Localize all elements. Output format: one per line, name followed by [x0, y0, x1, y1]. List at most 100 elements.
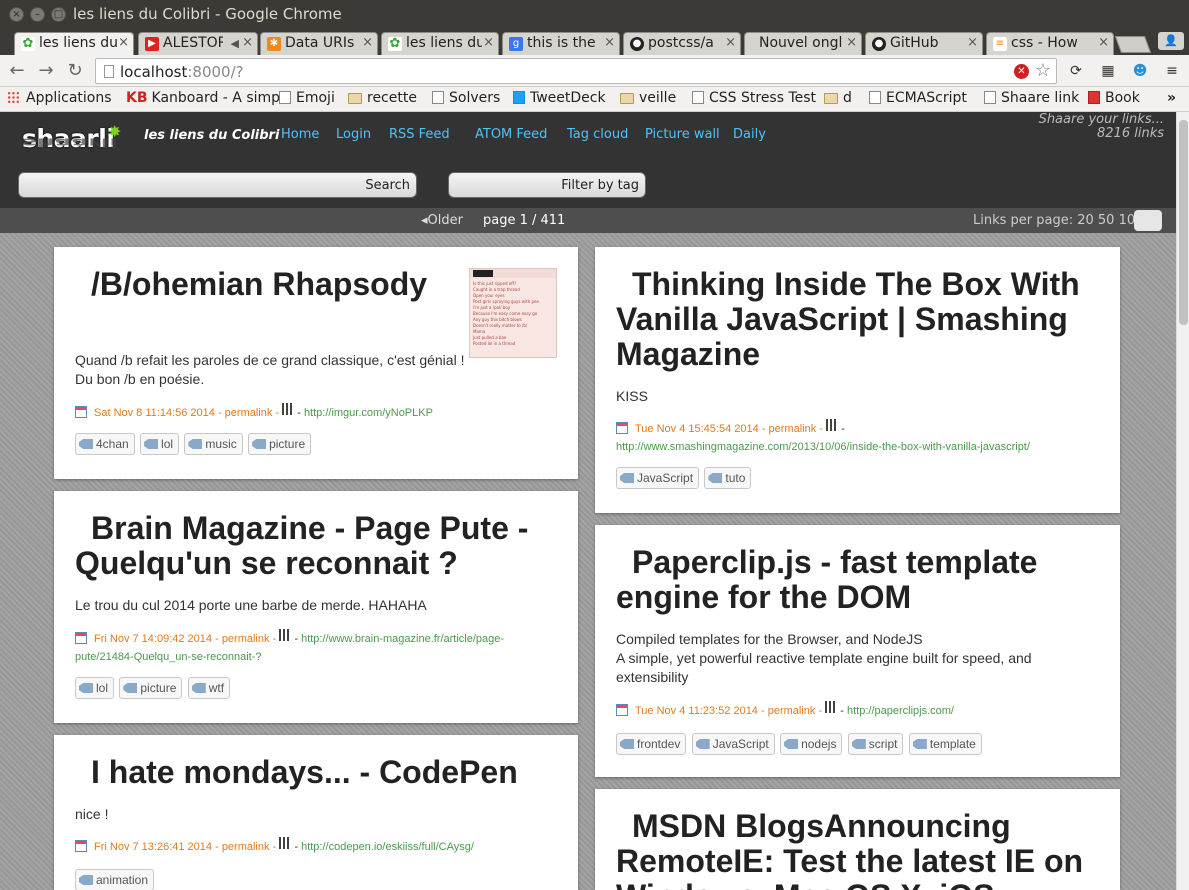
permalink[interactable]: permalink — [222, 841, 270, 853]
new-tab-button[interactable] — [1114, 36, 1152, 53]
forward-arrow-icon[interactable]: → — [35, 60, 57, 82]
minimize-window-button[interactable]: – — [30, 7, 45, 22]
permalink[interactable]: permalink — [225, 407, 273, 419]
link-title[interactable]: Thinking Inside The Box With Vanilla Jav… — [616, 267, 1106, 372]
links-per-page-input[interactable] — [1134, 210, 1162, 231]
bookmark-ecmascript[interactable]: ECMAScript — [869, 90, 967, 110]
tab-postcss[interactable]: ● postcss/a × — [623, 32, 741, 55]
tag[interactable]: picture — [248, 433, 312, 455]
nav-home[interactable]: Home — [281, 127, 319, 142]
bookmark-veille[interactable]: veille — [620, 90, 676, 110]
close-tab-icon[interactable]: × — [725, 35, 736, 50]
bookmark-tweetdeck[interactable]: TweetDeck — [513, 90, 606, 110]
tag[interactable]: frontdev — [616, 733, 687, 755]
search-button[interactable]: Search — [365, 178, 410, 193]
bookmark-d[interactable]: d — [824, 90, 852, 110]
reload-icon[interactable]: ↻ — [64, 60, 86, 82]
close-tab-icon[interactable]: × — [846, 35, 857, 50]
link-thumbnail[interactable]: Is this just ripped off? Caught in a tra… — [469, 268, 557, 358]
bookmark-book[interactable]: Book — [1088, 90, 1140, 110]
tab-google[interactable]: g this is the × — [502, 32, 620, 55]
tag-filter-button[interactable]: Filter by tag — [561, 178, 639, 193]
tag[interactable]: music — [184, 433, 243, 455]
close-window-button[interactable]: × — [9, 7, 24, 22]
permalink[interactable]: permalink — [222, 633, 270, 645]
link-url[interactable]: http://imgur.com/yNoPLKP — [304, 407, 433, 419]
tag[interactable]: lol — [75, 677, 115, 699]
tag[interactable]: 4chan — [75, 433, 135, 455]
nav-rss-feed[interactable]: RSS Feed — [389, 127, 450, 142]
tab-stackoverflow[interactable]: ≡ css - How × — [986, 32, 1114, 55]
tag-filter-input[interactable]: Filter by tag — [448, 172, 646, 198]
link-title[interactable]: Paperclip.js - fast template engine for … — [616, 545, 1106, 615]
bookmark-css-stress-test[interactable]: CSS Stress Test — [692, 90, 816, 110]
link-title[interactable]: Brain Magazine - Page Pute - Quelqu'un s… — [75, 511, 565, 581]
back-arrow-icon[interactable]: ← — [6, 60, 28, 82]
user-profile-icon[interactable]: 👤 — [1158, 32, 1184, 50]
qr-code-icon[interactable] — [279, 629, 292, 641]
tag[interactable]: animation — [75, 869, 155, 890]
bookmark-recette[interactable]: recette — [348, 90, 417, 110]
nav-picture-wall[interactable]: Picture wall — [645, 127, 720, 142]
bookmark-star-icon[interactable]: ☆ — [1035, 60, 1051, 81]
nav-login[interactable]: Login — [336, 127, 371, 142]
ghostery-extension-icon[interactable]: ☻ — [1131, 62, 1149, 80]
link-title[interactable]: I hate mondays... - CodePen — [75, 755, 565, 790]
bookmark-kanboard[interactable]: KB Kanboard - A simp — [126, 90, 280, 110]
bookmark-solvers[interactable]: Solvers — [432, 90, 500, 110]
tag[interactable]: JavaScript — [691, 733, 775, 755]
link-title[interactable]: /B/ohemian Rhapsody — [75, 267, 455, 302]
link-title[interactable]: MSDN BlogsAnnouncing RemoteIE: Test the … — [616, 809, 1106, 890]
tag[interactable]: lol — [140, 433, 180, 455]
tag[interactable]: wtf — [187, 677, 231, 699]
bookmark-applications[interactable]: Applications — [7, 90, 112, 110]
link-url[interactable]: http://www.smashingmagazine.com/2013/10/… — [616, 441, 1030, 453]
bookmark-emoji[interactable]: Emoji — [279, 90, 335, 110]
tab-colibri-active[interactable]: ✿ les liens du × — [14, 32, 134, 55]
tag[interactable]: tuto — [704, 467, 752, 489]
tab-github[interactable]: ● GitHub × — [865, 32, 983, 55]
qr-code-icon[interactable] — [825, 701, 838, 713]
qr-code-icon[interactable] — [279, 837, 292, 849]
close-tab-icon[interactable]: × — [967, 35, 978, 50]
close-tab-icon[interactable]: × — [118, 35, 129, 50]
nav-daily[interactable]: Daily — [733, 127, 766, 142]
links-per-page[interactable]: Links per page: 20 50 100 — [973, 213, 1143, 228]
qr-code-icon[interactable] — [826, 419, 838, 431]
close-tab-icon[interactable]: × — [483, 35, 494, 50]
speaker-icon[interactable]: ◀ — [231, 37, 239, 50]
tab-colibri[interactable]: ✿ les liens du × — [381, 32, 499, 55]
sync-extension-icon[interactable]: ⟳ — [1067, 62, 1085, 80]
qr-code-icon[interactable] — [282, 403, 295, 415]
address-text[interactable]: localhost:8000/? — [120, 63, 244, 81]
menu-icon[interactable]: ≡ — [1163, 62, 1181, 80]
tag[interactable]: JavaScript — [616, 467, 700, 489]
tab-data-uris[interactable]: ✱ Data URIs × — [260, 32, 378, 55]
shaarli-logo[interactable]: shaarli shaarli ✸ — [22, 120, 122, 166]
scrollbar-thumb[interactable] — [1179, 120, 1188, 325]
tab-new[interactable]: Nouvel ongl × — [744, 32, 862, 55]
permalink[interactable]: permalink — [768, 705, 816, 717]
link-url[interactable]: http://codepen.io/eskiiss/full/CAysg/ — [301, 841, 474, 853]
close-tab-icon[interactable]: × — [604, 35, 615, 50]
permalink[interactable]: permalink — [769, 423, 817, 435]
nav-tag-cloud[interactable]: Tag cloud — [567, 127, 628, 142]
tag[interactable]: template — [908, 733, 982, 755]
tab-alestorm[interactable]: ▶ ALESTORM ◀ × — [138, 32, 258, 55]
tag[interactable]: nodejs — [780, 733, 843, 755]
blocked-icon[interactable]: ✕ — [1014, 64, 1029, 79]
nav-atom-feed[interactable]: ATOM Feed — [475, 127, 547, 142]
bookmark-shaare-link[interactable]: Shaare link — [984, 90, 1079, 110]
close-tab-icon[interactable]: × — [1098, 35, 1109, 50]
close-tab-icon[interactable]: × — [362, 35, 373, 50]
maximize-window-button[interactable]: □ — [51, 7, 66, 22]
bookmarks-overflow-button[interactable]: » — [1167, 90, 1176, 110]
tag[interactable]: script — [847, 733, 904, 755]
tag[interactable]: picture — [119, 677, 183, 699]
close-tab-icon[interactable]: × — [242, 35, 253, 50]
search-input[interactable]: Search — [18, 172, 417, 198]
page-scrollbar[interactable] — [1176, 112, 1189, 890]
link-url[interactable]: http://paperclipjs.com/ — [847, 705, 954, 717]
qr-code-extension-icon[interactable]: ▦ — [1099, 62, 1117, 80]
address-bar[interactable]: localhost:8000/? ✕ ☆ — [95, 58, 1057, 84]
